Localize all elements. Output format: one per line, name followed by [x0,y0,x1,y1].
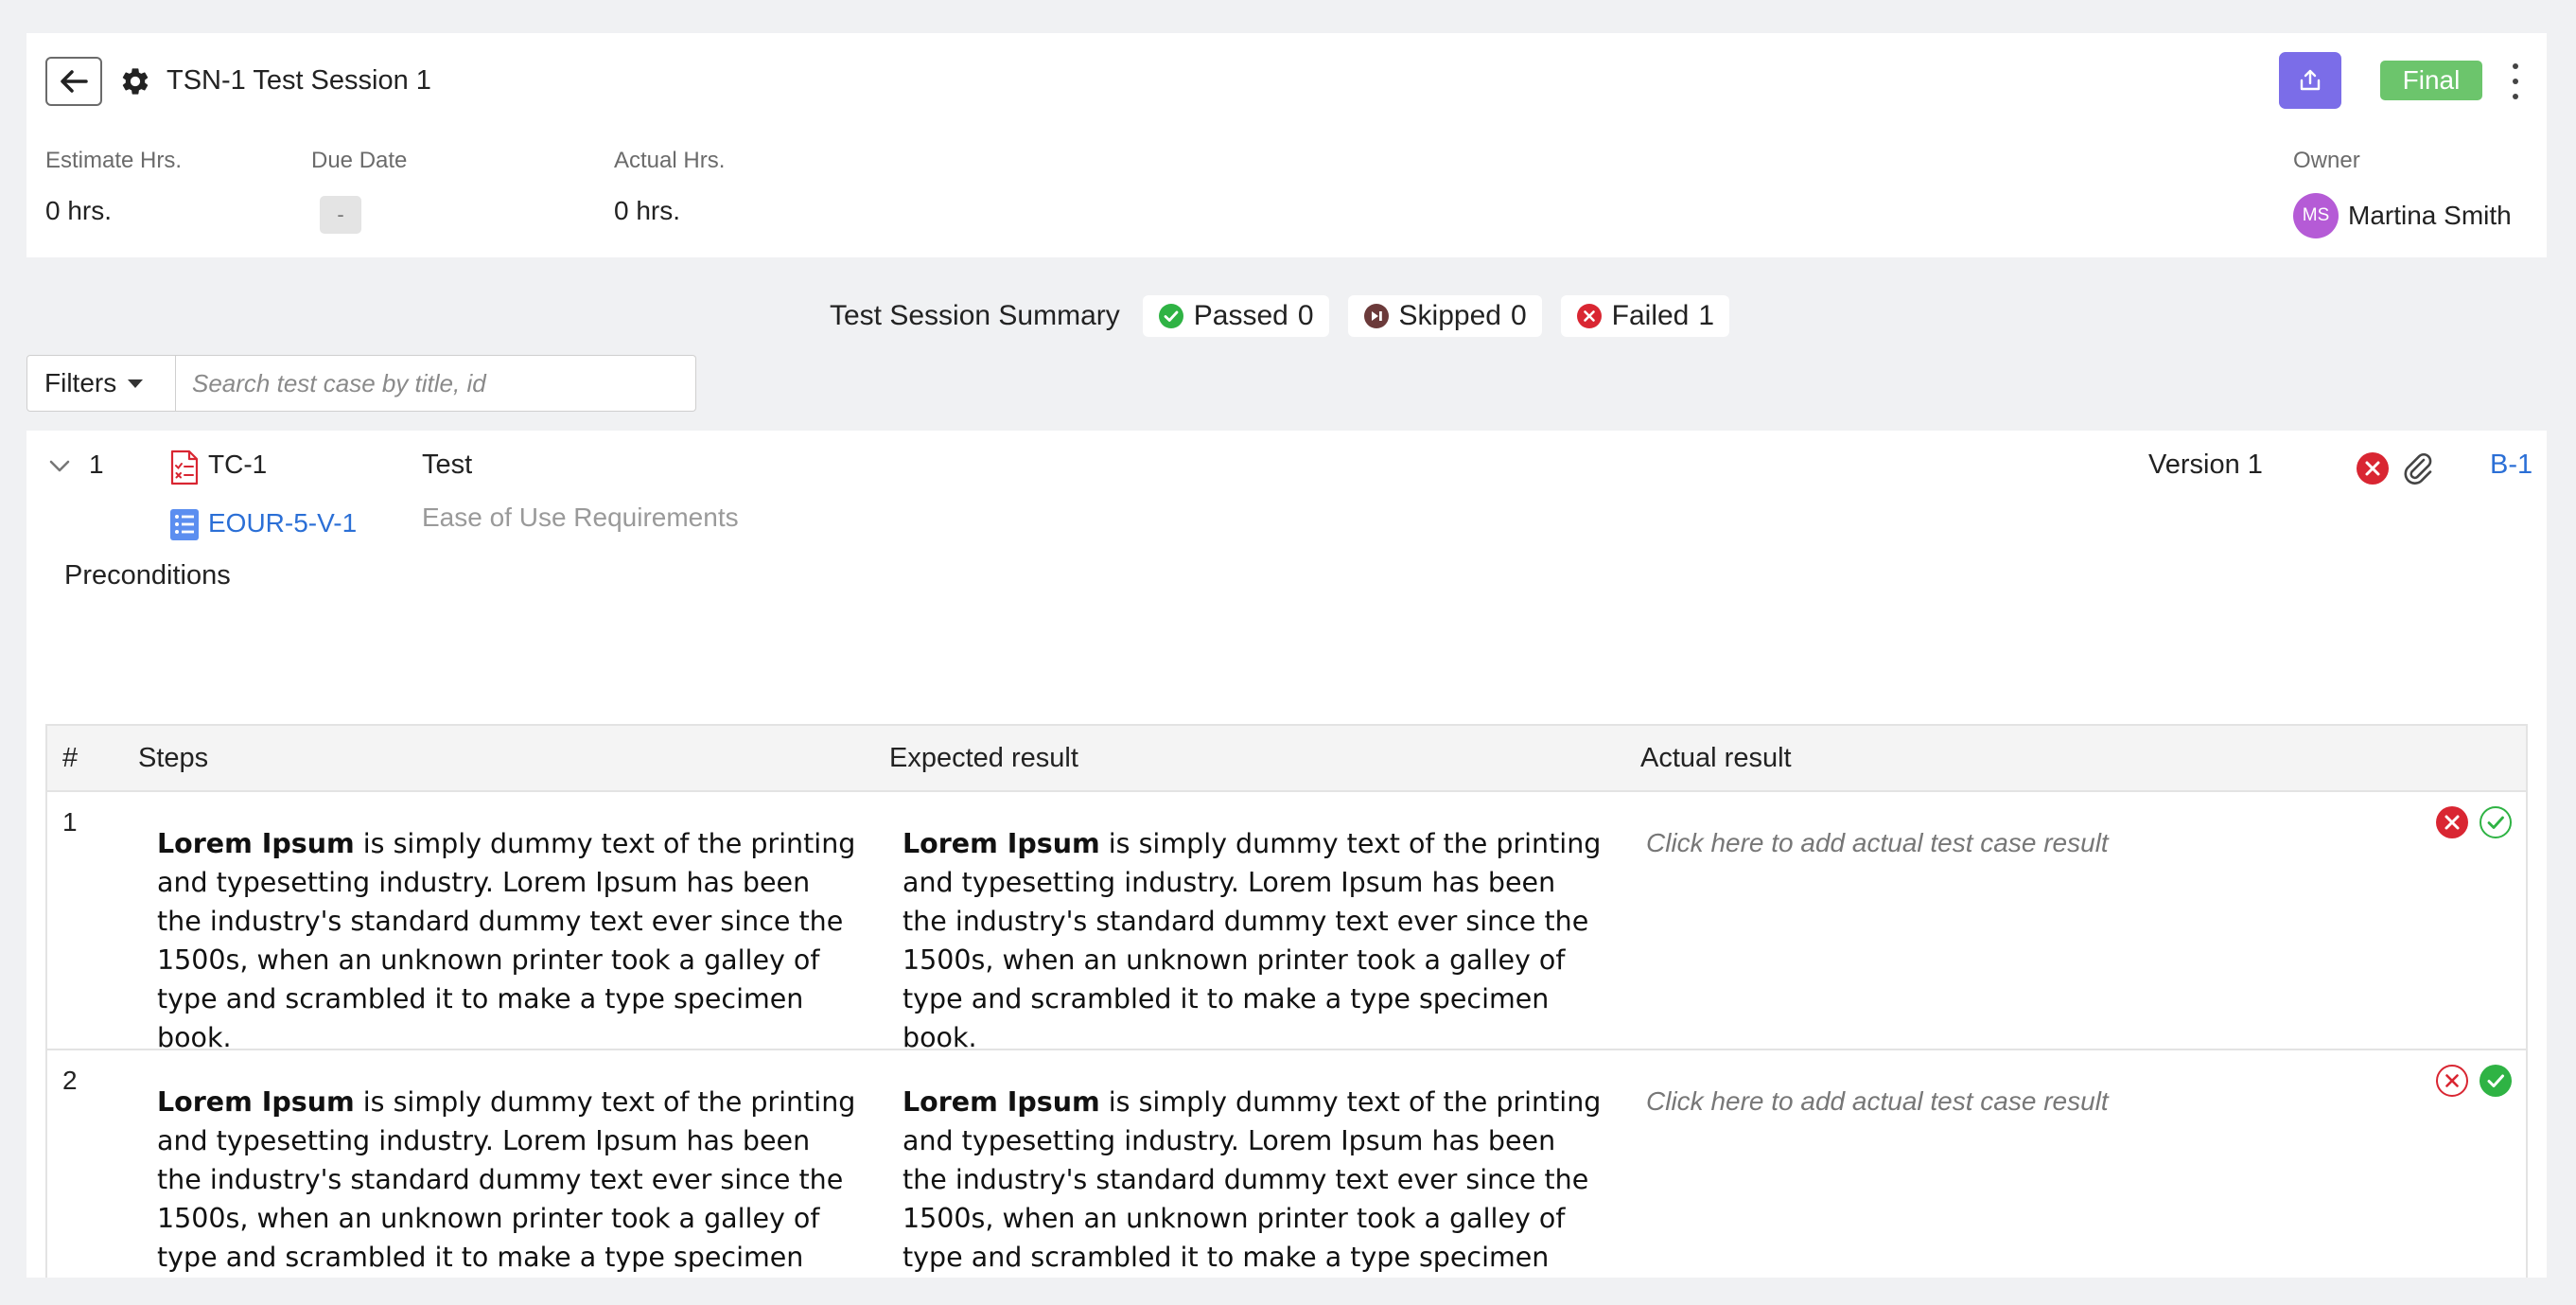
col-num: # [62,743,79,773]
test-case-icon [170,450,199,485]
actual-result-input[interactable]: Click here to add actual test case resul… [1646,1086,2109,1117]
summary-skipped[interactable]: Skipped 0 [1347,295,1542,337]
summary-failed-label: Failed [1611,300,1690,331]
test-case-index: 1 [89,450,104,479]
table-row: 1 Lorem Ipsum is simply dummy text of th… [47,792,2526,1053]
fail-toggle-icon[interactable] [2435,1064,2469,1098]
summary-failed[interactable]: Failed 1 [1560,295,1730,337]
bug-link[interactable]: B-1 [2490,450,2532,481]
x-circle-icon[interactable] [2356,451,2390,485]
step-text: Lorem Ipsum is simply dummy text of the … [157,1086,856,1273]
col-actual: Actual result [1640,743,1792,773]
test-session-summary: Test Session Summary Passed 0 Skipped 0 … [830,295,1730,337]
chevron-down-icon[interactable] [47,453,72,478]
steps-table-header: # Steps Expected result Actual result [47,726,2526,792]
pass-toggle-icon[interactable] [2479,805,2513,839]
session-header: TSN-1 Test Session 1 Final Estimate Hrs.… [26,33,2547,257]
due-date-value[interactable]: - [320,196,361,234]
estimate-hrs-value: 0 hrs. [45,196,113,225]
actual-hrs-label: Actual Hrs. [614,148,726,173]
requirement-title: Ease of Use Requirements [422,503,739,532]
share-icon [2300,69,2321,91]
step-number: 2 [62,1066,78,1095]
pass-toggle-icon[interactable] [2479,1064,2513,1098]
requirement-link[interactable]: EOUR-5-V-1 [208,508,357,538]
owner-label: Owner [2293,148,2360,173]
due-date-label: Due Date [311,148,408,173]
skip-icon [1363,304,1389,328]
summary-skipped-label: Skipped [1398,300,1501,331]
test-case-list: 1 TC-1 EOUR-5-V-1 Test Ease of Use Requi… [26,431,2547,1278]
steps-table: # Steps Expected result Actual result 1 … [45,724,2528,1278]
expected-text: Lorem Ipsum is simply dummy text of the … [902,1086,1602,1273]
summary-passed-count: 0 [1297,300,1314,331]
step-number: 1 [62,807,78,837]
requirement-list-icon [170,509,199,540]
avatar: MS [2293,193,2339,238]
summary-failed-count: 1 [1698,300,1715,331]
page-title: TSN-1 Test Session 1 [166,65,431,96]
fail-toggle-icon[interactable] [2435,805,2469,839]
filters-dropdown[interactable]: Filters [26,355,176,412]
test-case-id: TC-1 [208,450,268,479]
test-case-title[interactable]: Test [422,450,472,481]
back-arrow-icon [61,70,88,93]
caret-down-icon [128,379,144,388]
col-steps: Steps [138,743,209,773]
gear-icon[interactable] [119,65,151,97]
summary-title: Test Session Summary [830,300,1120,331]
x-circle-icon [1576,304,1602,328]
test-case-version: Version 1 [2148,450,2263,480]
summary-passed[interactable]: Passed 0 [1142,295,1329,337]
summary-passed-label: Passed [1193,300,1288,331]
step-text: Lorem Ipsum is simply dummy text of the … [157,828,856,1053]
col-expected: Expected result [889,743,1078,773]
check-circle-icon [1158,304,1183,328]
estimate-hrs-label: Estimate Hrs. [45,148,183,173]
status-badge[interactable]: Final [2380,61,2482,100]
filters-label: Filters [44,368,117,397]
summary-skipped-count: 0 [1510,300,1527,331]
actual-result-input[interactable]: Click here to add actual test case resul… [1646,828,2109,858]
paperclip-icon[interactable] [2399,450,2437,487]
search-input[interactable] [176,355,696,412]
preconditions-label: Preconditions [64,560,231,591]
kebab-icon[interactable] [2509,63,2522,99]
table-row: 2 Lorem Ipsum is simply dummy text of th… [47,1050,2526,1278]
owner-name: Martina Smith [2348,201,2512,230]
back-button[interactable] [45,57,102,106]
actual-hrs-value: 0 hrs. [614,196,681,225]
expected-text: Lorem Ipsum is simply dummy text of the … [902,828,1602,1053]
share-button[interactable] [2279,52,2341,109]
